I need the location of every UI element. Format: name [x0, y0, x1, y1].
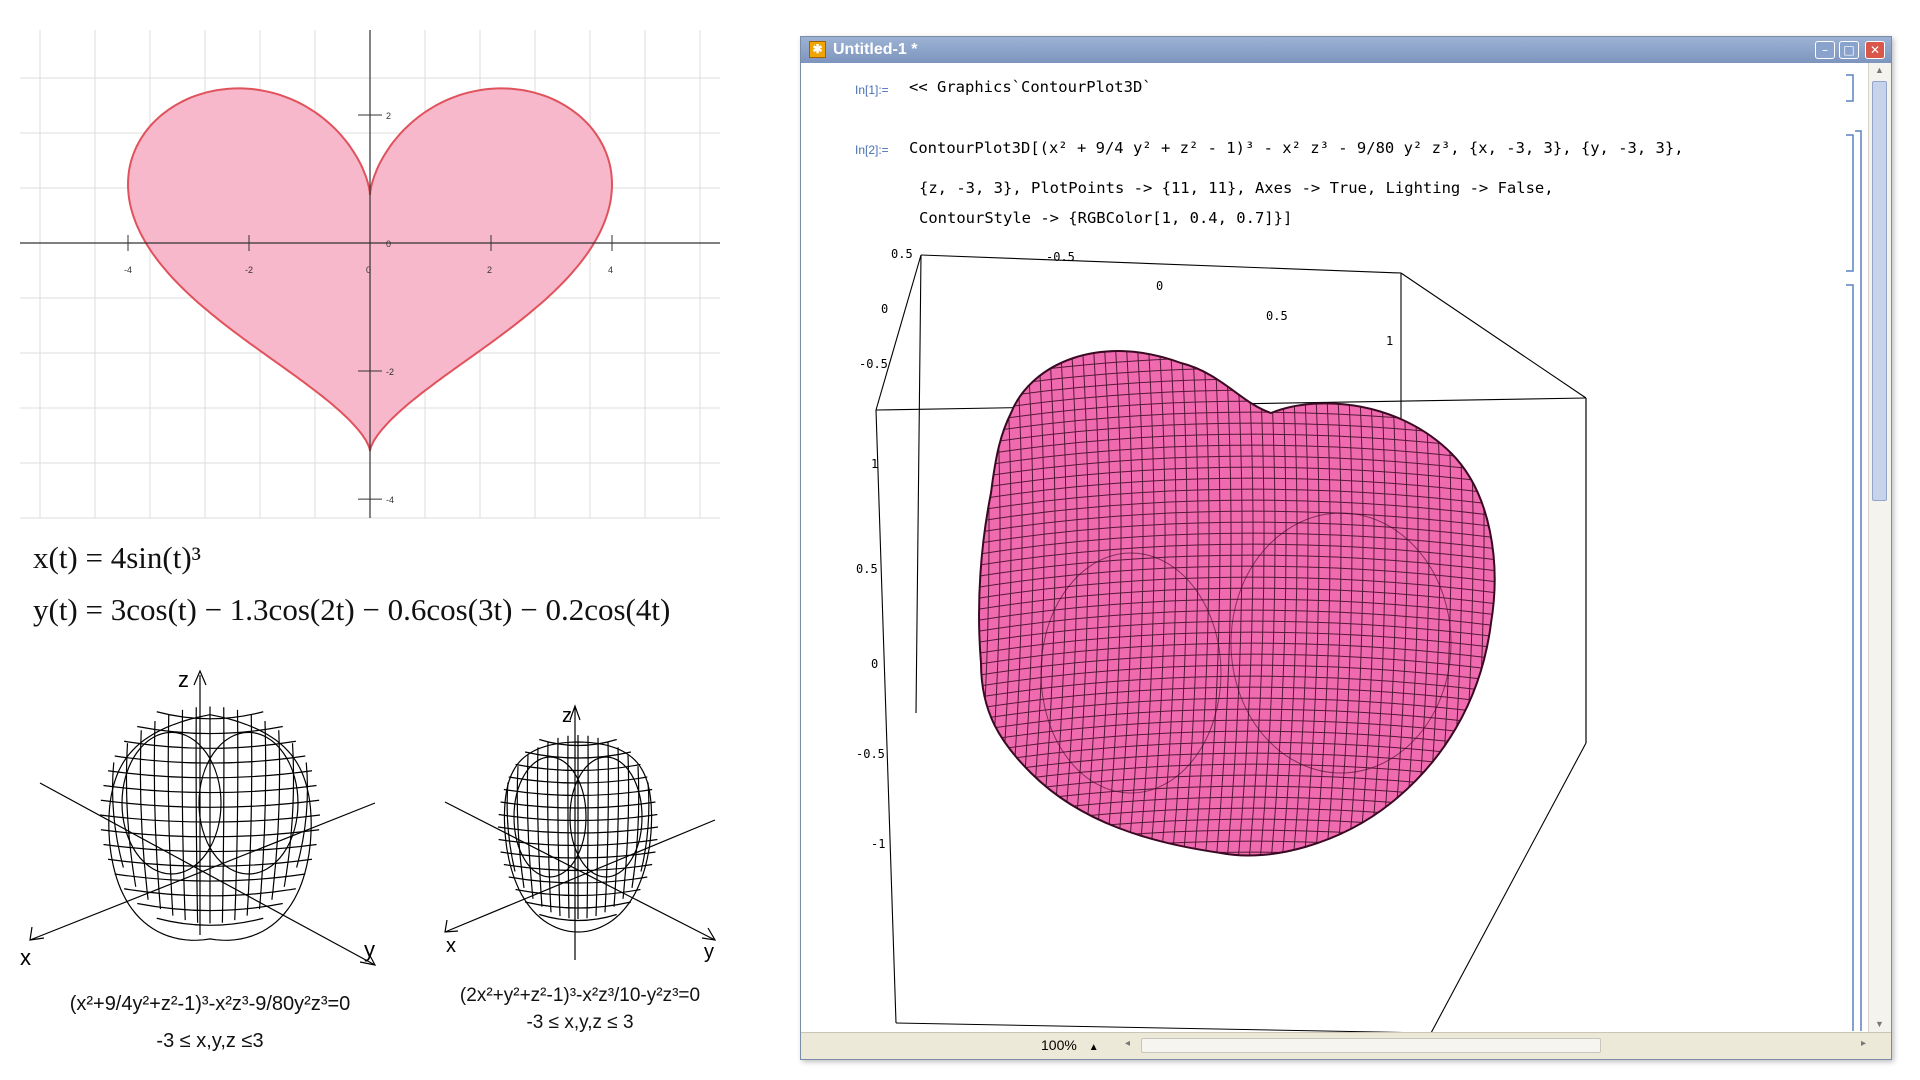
y-tick-label: 0	[881, 302, 888, 316]
zoom-value: 100%	[1041, 1037, 1077, 1053]
equation-caption-2: (2x²+y²+z²-1)³-x²z³/10-y²z³=0	[459, 985, 701, 1006]
scroll-down-arrow[interactable]: ▼	[1875, 1019, 1884, 1029]
window-title: Untitled-1 *	[833, 41, 918, 58]
zoom-up-icon[interactable]: ▲	[1089, 1042, 1099, 1053]
wireframe-mesh	[99, 706, 321, 941]
axis-label-y: y	[704, 941, 714, 963]
horizontal-scrollbar[interactable]	[1141, 1038, 1601, 1053]
close-button[interactable]: ✕	[1865, 41, 1885, 59]
formula-y: y(t) = 3cos(t) − 1.3cos(2t) − 0.6cos(3t)…	[33, 592, 671, 627]
axis-y-line	[39, 782, 376, 966]
x-tick-label: 1	[1386, 334, 1393, 348]
heart-2d-plot: -6-4-2024620-2-4	[20, 30, 720, 519]
z-tick-label: -0.5	[856, 747, 885, 761]
z-tick-label: -1	[871, 837, 885, 851]
axis-label-y: y	[364, 937, 375, 962]
scroll-left-arrow[interactable]: ◂	[1125, 1038, 1130, 1049]
contour-plot-3d: -1-0.500.510.50-0.510.50-0.5-1	[856, 247, 1587, 1033]
range-caption-2: -3 ≤ x,y,z ≤ 3	[526, 1012, 634, 1033]
status-bar: 100% ▲ ◂ ▸	[801, 1032, 1891, 1059]
wireframe-heart-2: z x y	[444, 704, 717, 963]
scroll-up-arrow[interactable]: ▲	[1875, 65, 1884, 75]
x-tick-label: 0	[366, 265, 371, 275]
y-tick-label: 2	[386, 111, 391, 121]
mathematica-app-icon: ✱	[809, 41, 826, 58]
x-tick-label: 0	[1156, 279, 1163, 293]
cell-brackets[interactable]	[1841, 63, 1869, 1033]
axis-label-x: x	[20, 945, 31, 970]
y-tick-label: -2	[386, 367, 394, 377]
y-tick-label: 0	[386, 239, 391, 249]
x-tick-label: -0.5	[1046, 250, 1075, 264]
in-label-1: In[1]:=	[855, 83, 889, 97]
title-bar[interactable]: ✱ Untitled-1 * – □ ✕	[801, 37, 1891, 63]
x-tick-label: -2	[245, 265, 253, 275]
axis-label-z: z	[562, 705, 572, 727]
z-tick-label: 0.5	[856, 562, 878, 576]
minimize-button[interactable]: –	[1815, 41, 1835, 59]
input-cell-2-line3[interactable]: ContourStyle -> {RGBColor[1, 0.4, 0.7]}]	[919, 209, 1292, 227]
axis-label-x: x	[446, 935, 456, 957]
zoom-level[interactable]: 100% ▲	[1041, 1037, 1099, 1053]
z-tick-label: 1	[871, 457, 878, 471]
equation-caption-1: (x²+9/4y²+z²-1)³-x²z³-9/80y²z³=0	[69, 993, 351, 1015]
vertical-scrollbar[interactable]: ▲ ▼	[1868, 63, 1891, 1033]
input-cell-2-line2[interactable]: {z, -3, 3}, PlotPoints -> {11, 11}, Axes…	[919, 179, 1554, 197]
wireframe-mesh	[497, 735, 659, 933]
notebook-window: ✱ Untitled-1 * – □ ✕ In[1]:= << Graphics…	[800, 36, 1892, 1060]
x-tick-label: -4	[124, 265, 132, 275]
maximize-button[interactable]: □	[1839, 41, 1859, 59]
scroll-right-arrow[interactable]: ▸	[1861, 1038, 1866, 1049]
x-tick-label: 4	[608, 265, 613, 275]
x-tick-label: 0.5	[1266, 309, 1288, 323]
formula-x: x(t) = 4sin(t)³	[33, 540, 201, 575]
axis-x-line	[444, 819, 716, 933]
y-tick-label: -4	[386, 495, 394, 505]
y-tick-label: -0.5	[859, 357, 888, 371]
x-tick-label: 2	[487, 265, 492, 275]
input-cell-1[interactable]: << Graphics`ContourPlot3D`	[909, 78, 1152, 96]
wireframe-heart-1: z x y	[20, 667, 377, 970]
in-label-2: In[2]:=	[855, 143, 889, 157]
z-tick-label: 0	[871, 657, 878, 671]
y-tick-label: 0.5	[891, 247, 913, 261]
input-cell-2-line1[interactable]: ContourPlot3D[(x² + 9/4 y² + z² - 1)³ - …	[909, 139, 1684, 157]
notebook-content[interactable]: In[1]:= << Graphics`ContourPlot3D` In[2]…	[801, 63, 1869, 1033]
scroll-thumb[interactable]	[1872, 81, 1887, 501]
axis-label-z: z	[178, 667, 189, 692]
range-caption-1: -3 ≤ x,y,z ≤3	[156, 1030, 264, 1052]
heart-surface	[978, 350, 1496, 857]
